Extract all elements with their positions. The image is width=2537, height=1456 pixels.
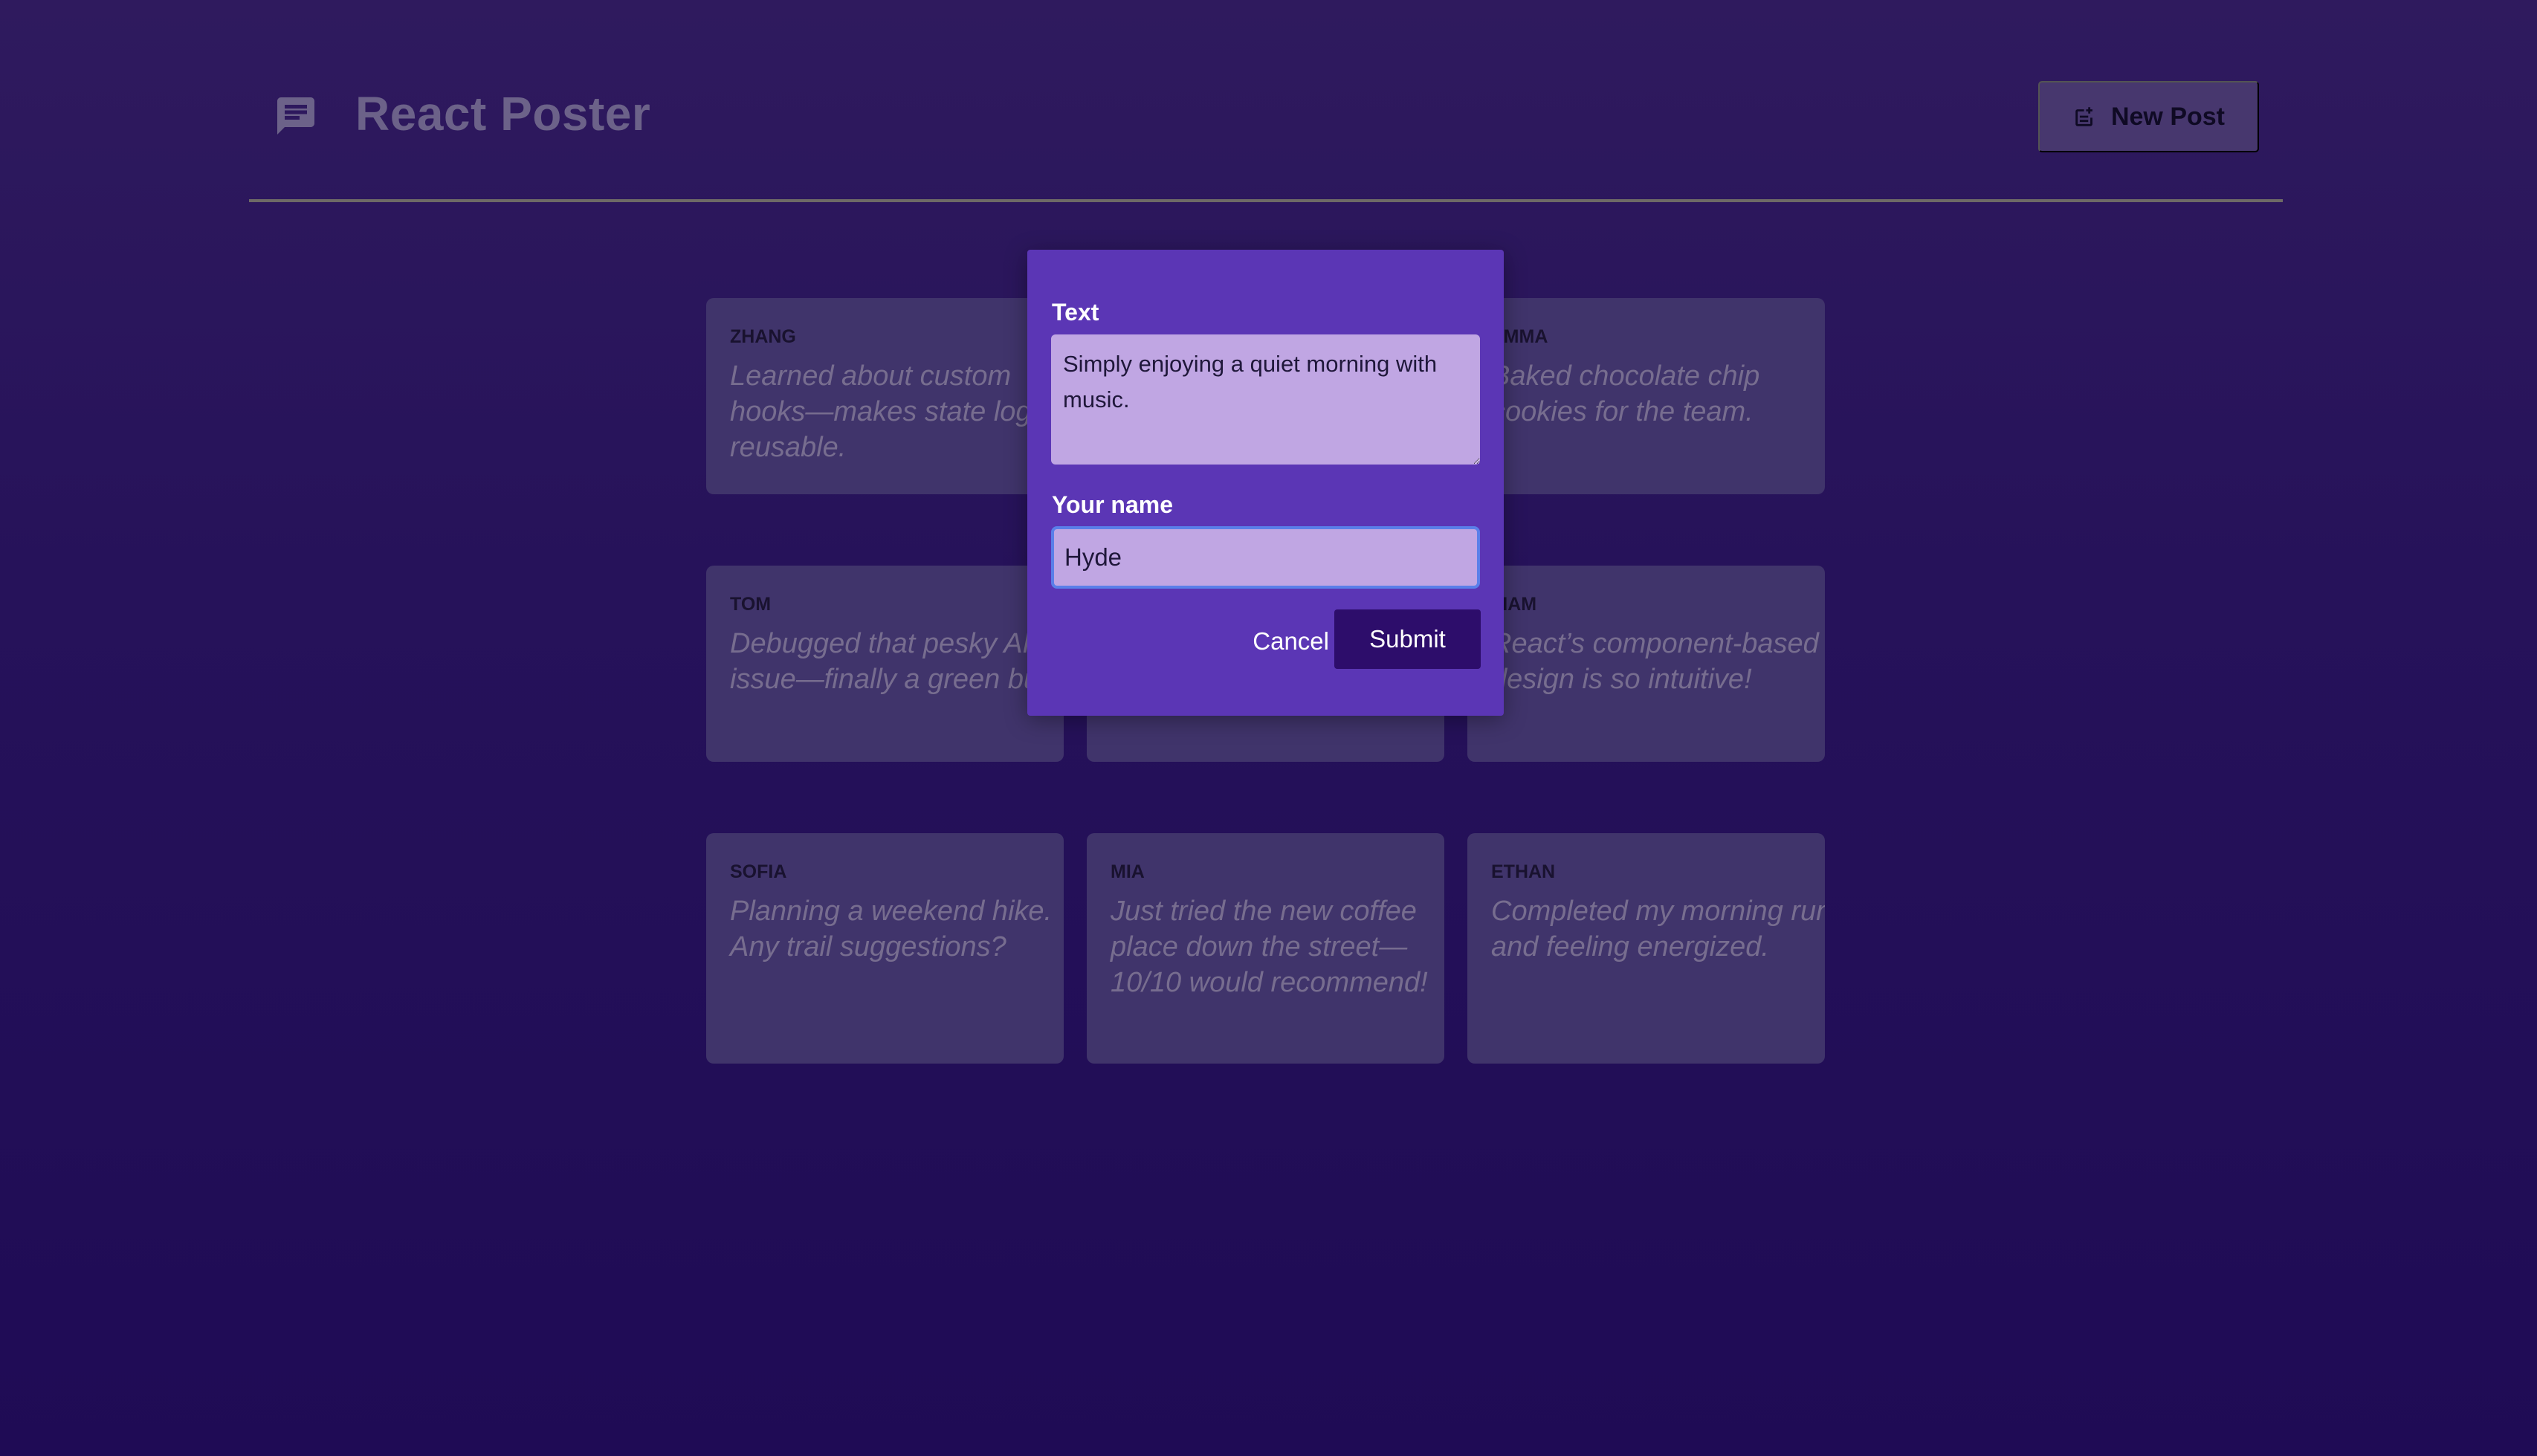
post-text: Baked chocolate chip cookies for the tea… xyxy=(1491,360,1760,427)
post-card: MIA Just tried the new coffee place down… xyxy=(1087,833,1444,1064)
new-post-label: New Post xyxy=(2110,102,2226,131)
name-label: Your name xyxy=(1052,491,1173,518)
post-author: TOM xyxy=(730,594,772,615)
chat-bubble-icon xyxy=(277,97,314,135)
post-card: ZHANG Learned about custom hooks—makes s… xyxy=(706,298,1064,494)
post-author: LIAM xyxy=(1491,594,1537,615)
new-post-button[interactable]: New Post xyxy=(2038,81,2259,152)
post-text: Completed my morning run and feeling ene… xyxy=(1491,896,1825,962)
post-card: SOFIA Planning a weekend hike. Any trail… xyxy=(706,833,1064,1064)
submit-button[interactable]: Submit xyxy=(1334,609,1481,669)
post-card: TOM Debugged that pesky API issue—finall… xyxy=(706,566,1064,762)
app-header: React Poster New Post xyxy=(249,0,2283,202)
post-author: ETHAN xyxy=(1491,861,1556,882)
author-name-input[interactable] xyxy=(1051,526,1480,589)
post-author: EMMA xyxy=(1491,326,1548,347)
post-text-input[interactable]: Simply enjoying a quiet morning with mus… xyxy=(1051,334,1480,465)
post-text: Learned about custom hooks—makes state l… xyxy=(730,360,1052,463)
note-add-icon xyxy=(2075,107,2092,126)
post-text: React’s component-based design is so int… xyxy=(1491,628,1819,695)
post-author: ZHANG xyxy=(730,326,796,347)
app-title: React Poster xyxy=(355,87,651,140)
post-text: Debugged that pesky API issue—finally a … xyxy=(730,628,1064,695)
post-text: Just tried the new coffee place down the… xyxy=(1111,896,1428,998)
cancel-button[interactable]: Cancel xyxy=(1247,612,1329,671)
new-post-modal: Text Simply enjoying a quiet morning wit… xyxy=(1027,250,1504,716)
post-card: EMMA Baked chocolate chip cookies for th… xyxy=(1467,298,1825,494)
post-author: SOFIA xyxy=(730,861,787,882)
post-card: LIAM React’s component-based design is s… xyxy=(1467,566,1825,762)
post-card: ETHAN Completed my morning run and feeli… xyxy=(1467,833,1825,1064)
post-text: Planning a weekend hike. Any trail sugge… xyxy=(730,896,1053,962)
text-label: Text xyxy=(1052,299,1099,326)
post-author: MIA xyxy=(1111,861,1145,882)
